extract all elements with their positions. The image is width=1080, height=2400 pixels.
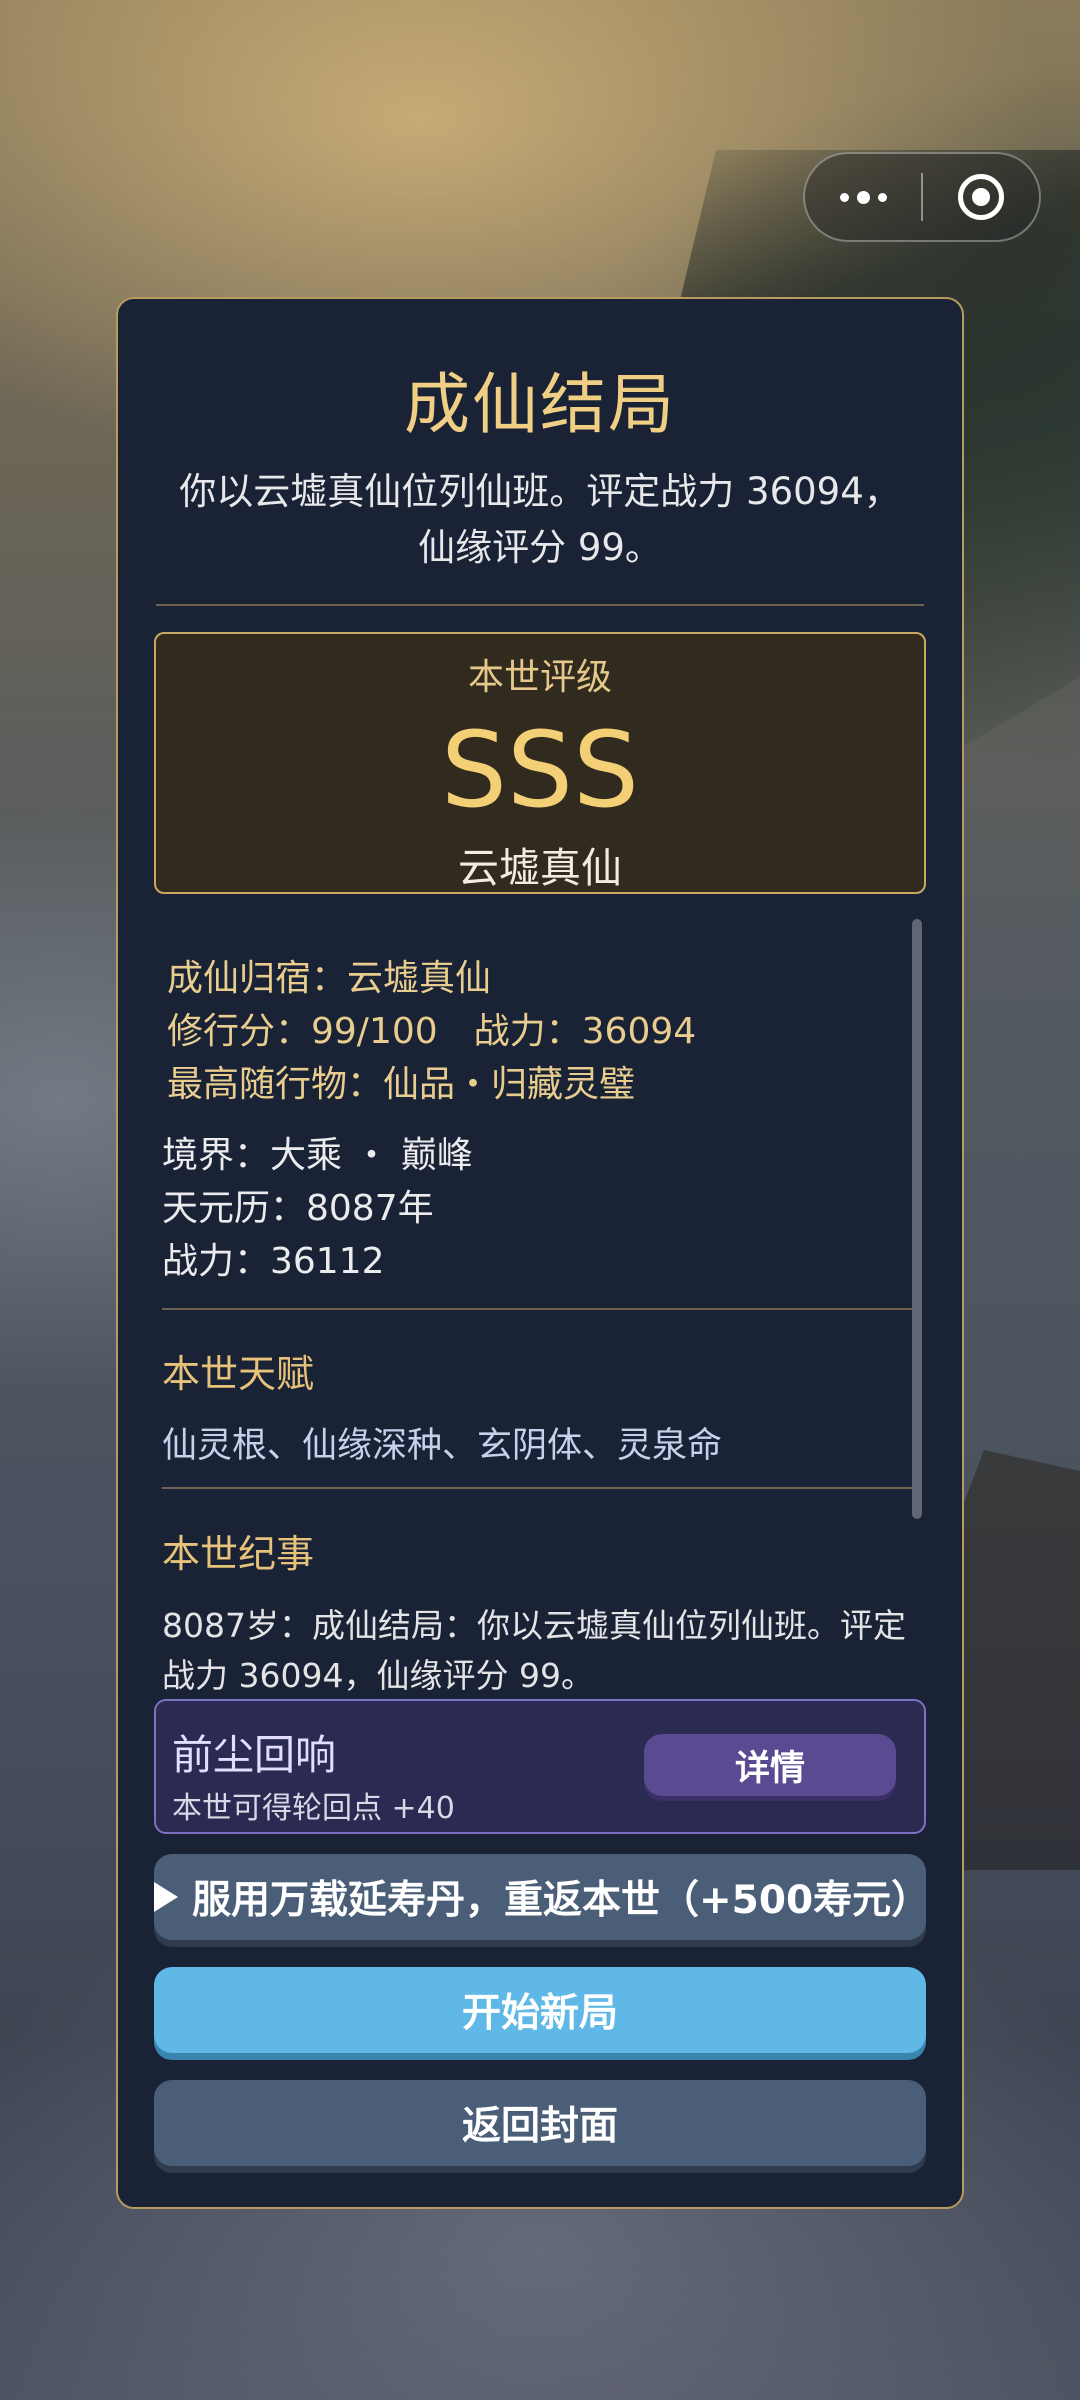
- chronicle-text: 8087岁：成仙结局：你以云墟真仙位列仙班。评定战力 36094，仙缘评分 99…: [162, 1606, 906, 1695]
- more-button[interactable]: [805, 154, 921, 240]
- echo-subtitle: 本世可得轮回点 +40: [172, 1791, 455, 1826]
- grade-box: 本世评级 SSS 云墟真仙: [154, 632, 926, 894]
- talents-divider: [162, 1487, 916, 1489]
- artifact-text: 最高随行物：仙品・归藏灵璧: [167, 1064, 636, 1105]
- new-game-button[interactable]: 开始新局: [154, 1967, 926, 2053]
- echo-box: 前尘回响 本世可得轮回点 +40 详情: [154, 1699, 926, 1834]
- ending-title: 成仙结局: [404, 366, 676, 443]
- destination-text: 成仙归宿：云墟真仙: [167, 958, 492, 999]
- realm-text: 境界：大乘 ・ 巅峰: [162, 1135, 473, 1176]
- title-divider: [156, 604, 924, 606]
- grade-subtitle: 云墟真仙: [458, 844, 622, 892]
- chronicle-title: 本世纪事: [162, 1532, 315, 1576]
- ending-panel: 成仙结局 你以云墟真仙位列仙班。评定战力 36094， 仙缘评分 99。 本世评…: [116, 297, 964, 2209]
- echo-detail-button[interactable]: 详情: [644, 1734, 896, 1796]
- close-mini-program-button[interactable]: [923, 154, 1039, 240]
- score-power-text: 修行分：99/100 战力：36094: [167, 1011, 697, 1052]
- details-scrollbar[interactable]: [912, 919, 922, 1519]
- back-to-cover-button[interactable]: 返回封面: [154, 2080, 926, 2166]
- echo-title: 前尘回响: [172, 1731, 336, 1779]
- more-dots-icon: [839, 190, 887, 204]
- stats-divider: [162, 1308, 916, 1310]
- grade-value: SSS: [440, 709, 640, 831]
- grade-label: 本世评级: [467, 657, 612, 698]
- calendar-text: 天元历：8087年: [162, 1188, 434, 1229]
- ending-summary: 你以云墟真仙位列仙班。评定战力 36094， 仙缘评分 99。: [148, 464, 932, 576]
- target-circle-icon: [958, 174, 1004, 220]
- play-icon: [154, 1882, 178, 1912]
- summary-line-1: 你以云墟真仙位列仙班。评定战力 36094，: [179, 470, 901, 513]
- summary-line-2: 仙缘评分 99。: [418, 526, 662, 569]
- power-text: 战力：36112: [162, 1241, 385, 1282]
- revive-button-label: 服用万载延寿丹，重返本世（+500寿元）: [192, 1878, 926, 1923]
- mini-program-capsule: [803, 152, 1041, 242]
- talents-text: 仙灵根、仙缘深种、玄阴体、灵泉命: [162, 1426, 723, 1466]
- revive-button[interactable]: 服用万载延寿丹，重返本世（+500寿元）: [154, 1854, 926, 1940]
- talents-title: 本世天赋: [162, 1352, 315, 1396]
